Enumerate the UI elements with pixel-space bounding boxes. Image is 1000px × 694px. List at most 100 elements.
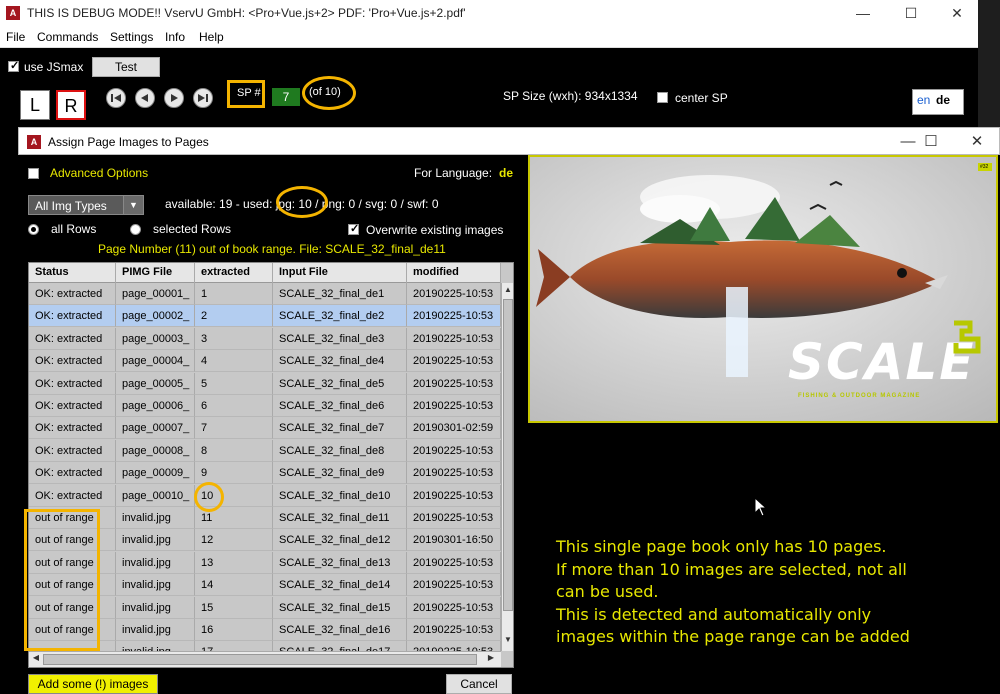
note-line: If more than 10 images are selected, not… (556, 559, 907, 579)
center-sp-label: center SP (675, 91, 728, 105)
jpg-count-highlight (276, 186, 328, 218)
dialog-maximize-button[interactable]: ☐ (908, 128, 954, 156)
maximize-button[interactable]: ☐ (888, 0, 934, 26)
menu-settings[interactable]: Settings (110, 30, 153, 44)
use-jsmax-checkbox[interactable] (8, 59, 19, 72)
image-type-select[interactable]: All Img Types ▼ (28, 195, 144, 215)
cell-modified: 20190225-10:53 (407, 596, 501, 619)
table-row[interactable]: OK: extracted page_00005_ 5 SCALE_32_final_… (29, 372, 501, 395)
cell-input-file: SCALE_32_final_de5 (273, 372, 407, 395)
cell-extracted: 4 (195, 350, 273, 373)
column-input-file[interactable]: Input File (273, 263, 407, 283)
table-row[interactable]: OK: extracted page_00008_ 8 SCALE_32_final_… (29, 439, 501, 462)
play-back-icon (141, 94, 148, 102)
table-row[interactable]: OK: extracted page_00004_ 4 SCALE_32_final_… (29, 350, 501, 373)
cell-extracted: 6 (195, 395, 273, 417)
test-button[interactable]: Test (92, 57, 160, 77)
cell-status: OK: extracted (29, 350, 116, 373)
first-page-button[interactable] (106, 88, 126, 108)
dialog-icon: A (27, 135, 41, 149)
cell-input-file: SCALE_32_final_de3 (273, 327, 407, 350)
cell-extracted: 5 (195, 372, 273, 395)
menu-help[interactable]: Help (199, 30, 224, 44)
column-extracted[interactable]: extracted (195, 263, 273, 283)
scroll-down-icon[interactable]: ▼ (503, 635, 513, 647)
cell-modified: 20190225-10:53 (407, 507, 501, 529)
cell-status: OK: extracted (29, 372, 116, 395)
cell-input-file: SCALE_32_final_de6 (273, 395, 407, 417)
cell-status: OK: extracted (29, 327, 116, 350)
table-row[interactable]: OK: extracted page_00001_ 1 SCALE_32_final_… (29, 283, 501, 305)
next-page-button[interactable] (164, 88, 184, 108)
cell-pimg-file: page_00010_ (116, 484, 195, 507)
cell-modified: 20190225-10:53 (407, 372, 501, 395)
previous-page-button[interactable] (135, 88, 155, 108)
add-images-button[interactable]: Add some (!) images (28, 674, 158, 694)
image-type-value: All Img Types (35, 199, 107, 213)
app-titlebar: A THIS IS DEBUG MODE!! VservU GmbH: <Pro… (0, 0, 978, 26)
last-page-button[interactable] (193, 88, 213, 108)
cell-modified: 20190225-10:53 (407, 439, 501, 462)
lang-en[interactable]: en (917, 93, 930, 107)
cell-pimg-file: page_00007_ (116, 417, 195, 440)
page-number-field[interactable]: 7 (272, 88, 300, 106)
column-status[interactable]: Status (29, 263, 116, 283)
for-language-value: de (499, 166, 514, 180)
cell-status: OK: extracted (29, 417, 116, 440)
cell-status: OK: extracted (29, 395, 116, 417)
left-page-button[interactable]: L (20, 90, 50, 120)
table-row[interactable]: OK: extracted page_00010_ 10 SCALE_32_final… (29, 484, 501, 507)
overwrite-checkbox[interactable] (348, 222, 359, 235)
horizontal-scroll-thumb[interactable] (43, 654, 477, 665)
table-row[interactable]: OK: extracted page_00007_ 7 SCALE_32_final_… (29, 417, 501, 440)
language-switcher[interactable]: en de (912, 89, 964, 115)
cell-extracted: 15 (195, 596, 273, 619)
all-rows-radio[interactable] (28, 224, 39, 235)
cell-pimg-file: page_00009_ (116, 462, 195, 485)
menu-file[interactable]: File (6, 30, 25, 44)
table-row[interactable]: OK: extracted page_00006_ 6 SCALE_32_final_… (29, 395, 501, 417)
cell-modified: 20190225-10:53 (407, 619, 501, 641)
table-row[interactable]: OK: extracted page_00003_ 3 SCALE_32_final_… (29, 327, 501, 350)
dialog-titlebar: A Assign Page Images to Pages — ☐ ✕ (18, 127, 1000, 155)
menu-info[interactable]: Info (165, 30, 185, 44)
cell-input-file: SCALE_32_final_de13 (273, 551, 407, 574)
cancel-button[interactable]: Cancel (446, 674, 512, 694)
extracted-ten-highlight (194, 482, 224, 512)
cell-extracted: 14 (195, 574, 273, 597)
cell-modified: 20190301-16:50 (407, 529, 501, 552)
vertical-scrollbar[interactable]: ▲ ▼ (501, 283, 513, 651)
right-page-button[interactable]: R (56, 90, 86, 120)
cell-input-file: SCALE_32_final_de1 (273, 283, 407, 305)
lang-de[interactable]: de (936, 93, 950, 107)
scroll-up-icon[interactable]: ▲ (503, 285, 513, 297)
selected-rows-radio[interactable] (130, 224, 141, 235)
cell-modified: 20190225-10:53 (407, 283, 501, 305)
cell-modified: 20190225-10:53 (407, 551, 501, 574)
scroll-left-icon[interactable]: ◀ (30, 653, 42, 665)
cell-pimg-file: invalid.jpg (116, 619, 195, 641)
menu-commands[interactable]: Commands (37, 30, 98, 44)
scroll-right-icon[interactable]: ▶ (485, 653, 497, 665)
horizontal-scrollbar[interactable]: ◀ ▶ (29, 651, 501, 667)
column-pimg-file[interactable]: PIMG File (116, 263, 195, 283)
image-table[interactable]: Status PIMG File extracted Input File mo… (28, 262, 514, 668)
table-row[interactable]: OK: extracted page_00002_ 2 SCALE_32_final_… (29, 305, 501, 328)
advanced-options-label: Advanced Options (50, 166, 149, 180)
dialog-close-button[interactable]: ✕ (954, 128, 1000, 156)
selected-rows-label: selected Rows (153, 222, 232, 236)
all-rows-label: all Rows (51, 222, 97, 236)
cell-input-file: SCALE_32_final_de2 (273, 305, 407, 328)
vertical-scroll-thumb[interactable] (503, 299, 513, 611)
cell-extracted: 13 (195, 551, 273, 574)
cell-extracted: 2 (195, 305, 273, 328)
column-modified[interactable]: modified (407, 263, 501, 283)
minimize-button[interactable]: — (840, 0, 886, 26)
center-sp-checkbox[interactable] (657, 92, 668, 103)
table-header: Status PIMG File extracted Input File mo… (29, 263, 501, 283)
cell-extracted: 1 (195, 283, 273, 305)
close-button[interactable]: ✕ (934, 0, 980, 26)
cell-extracted: 7 (195, 417, 273, 440)
table-row[interactable]: OK: extracted page_00009_ 9 SCALE_32_final_… (29, 462, 501, 485)
advanced-options-checkbox[interactable] (28, 168, 39, 179)
